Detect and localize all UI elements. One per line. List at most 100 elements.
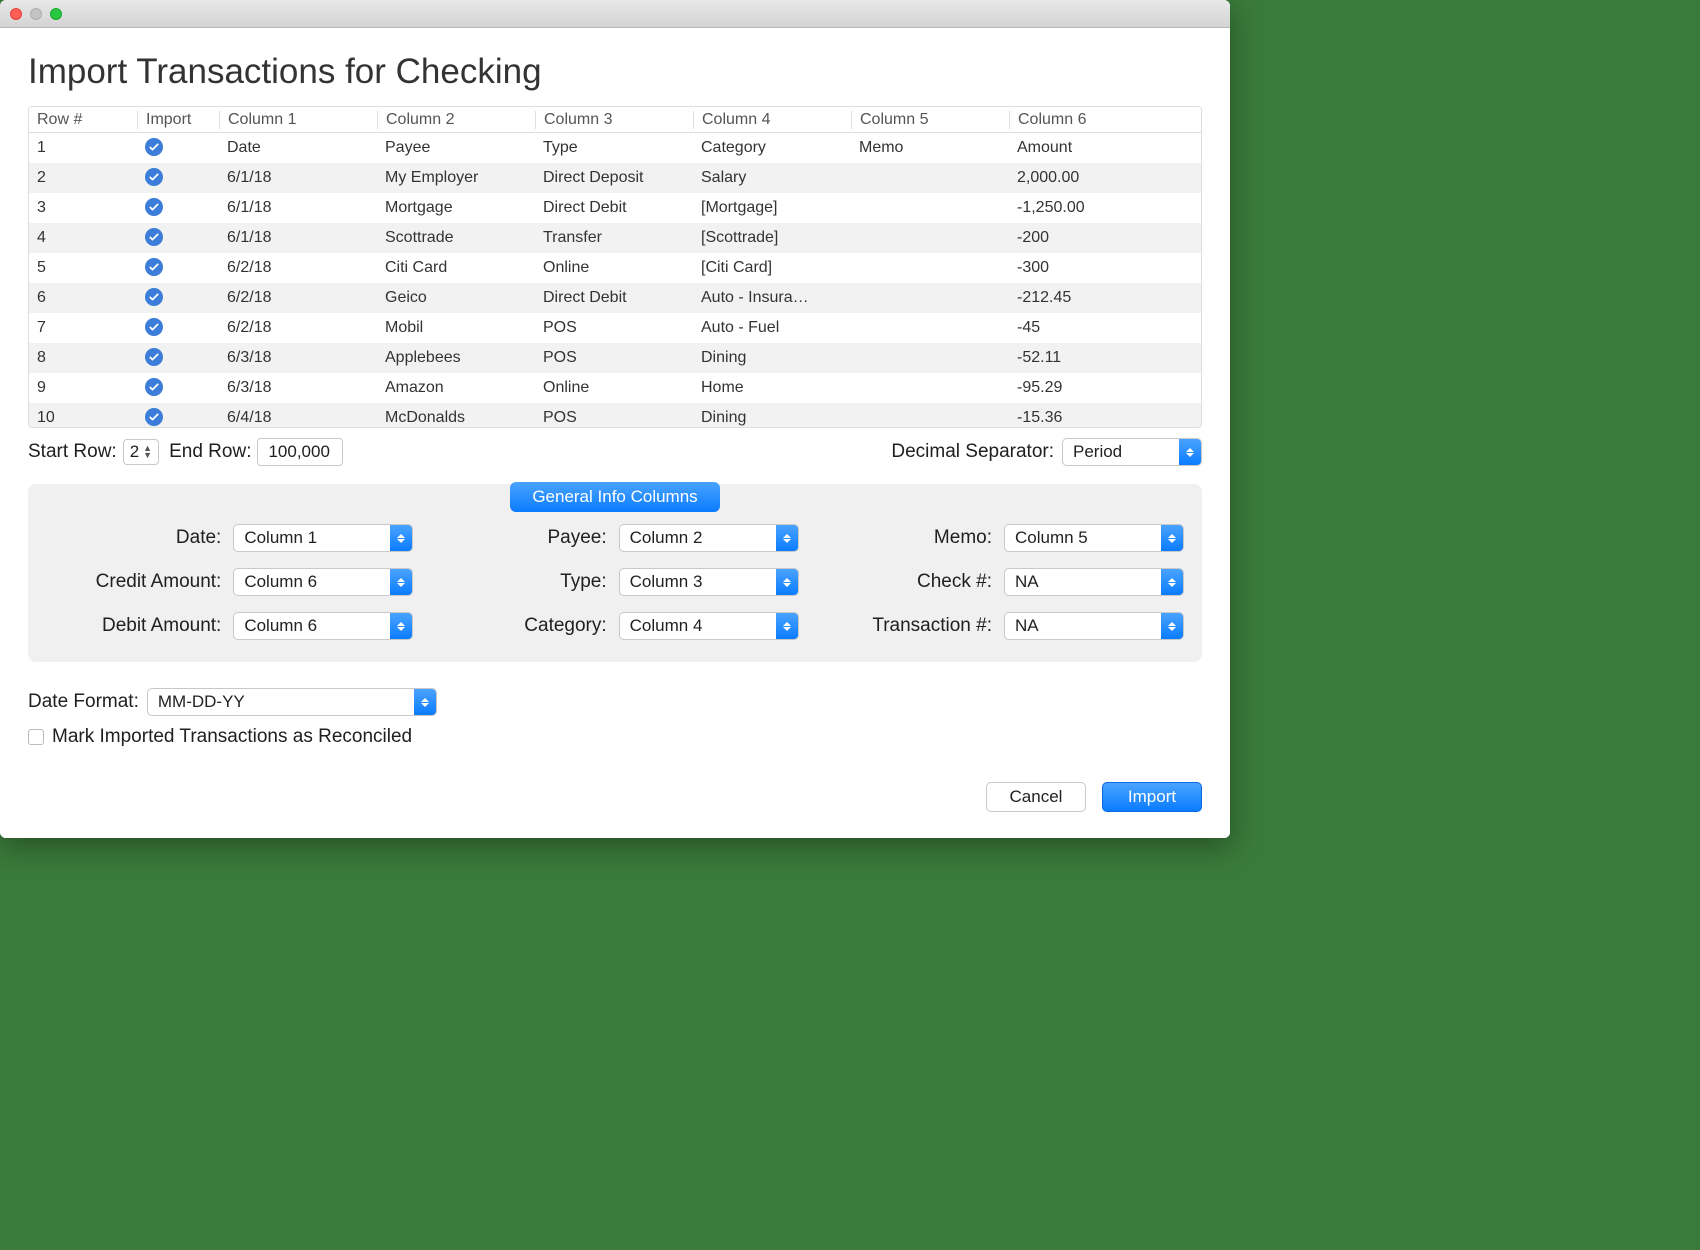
start-row-stepper[interactable]: 2 ▲▼ — [123, 439, 159, 465]
end-row-input[interactable]: 100,000 — [257, 438, 343, 466]
transaction-select[interactable]: NA — [1004, 612, 1184, 640]
cell-col2: Payee — [377, 139, 535, 157]
cell-col1: Date — [219, 139, 377, 157]
debit-select[interactable]: Column 6 — [233, 612, 413, 640]
cell-col1: 6/1/18 — [219, 199, 377, 217]
import-toggle[interactable] — [137, 138, 219, 158]
table-row[interactable]: 76/2/18MobilPOSAuto - Fuel-45 — [29, 313, 1201, 343]
cell-col3: Direct Deposit — [535, 169, 693, 187]
chevron-updown-icon — [776, 613, 798, 639]
header-col5[interactable]: Column 5 — [851, 111, 1009, 129]
chevron-updown-icon — [390, 613, 412, 639]
cell-col6: -200 — [1009, 229, 1201, 247]
header-rownum[interactable]: Row # — [29, 111, 137, 129]
check-icon — [145, 228, 163, 246]
type-select[interactable]: Column 3 — [619, 568, 799, 596]
header-col3[interactable]: Column 3 — [535, 111, 693, 129]
import-toggle[interactable] — [137, 318, 219, 338]
cell-col1: 6/4/18 — [219, 409, 377, 427]
cell-col1: 6/2/18 — [219, 289, 377, 307]
date-select[interactable]: Column 1 — [233, 524, 413, 552]
table-row[interactable]: 36/1/18MortgageDirect Debit[Mortgage]-1,… — [29, 193, 1201, 223]
table-row[interactable]: 96/3/18AmazonOnlineHome-95.29 — [29, 373, 1201, 403]
credit-label: Credit Amount: — [96, 571, 222, 593]
date-format-label: Date Format: — [28, 691, 139, 713]
stepper-arrows-icon[interactable]: ▲▼ — [143, 445, 152, 459]
check-icon — [145, 288, 163, 306]
cell-col4: Auto - Fuel — [693, 319, 851, 337]
table-row[interactable]: 1DatePayeeTypeCategoryMemoAmount — [29, 133, 1201, 163]
cell-col6: -300 — [1009, 259, 1201, 277]
memo-select[interactable]: Column 5 — [1004, 524, 1184, 552]
table-row[interactable]: 46/1/18ScottradeTransfer[Scottrade]-200 — [29, 223, 1201, 253]
header-col4[interactable]: Column 4 — [693, 111, 851, 129]
import-button[interactable]: Import — [1102, 782, 1202, 812]
import-toggle[interactable] — [137, 228, 219, 248]
table-row[interactable]: 86/3/18ApplebeesPOSDining-52.11 — [29, 343, 1201, 373]
table-row[interactable]: 66/2/18GeicoDirect DebitAuto - Insura…-2… — [29, 283, 1201, 313]
cell-col1: 6/2/18 — [219, 319, 377, 337]
cell-col1: 6/2/18 — [219, 259, 377, 277]
import-toggle[interactable] — [137, 258, 219, 278]
import-toggle[interactable] — [137, 408, 219, 427]
minimize-icon — [30, 8, 42, 20]
row-number: 9 — [29, 379, 137, 397]
dialog-window: Import Transactions for Checking Row # I… — [0, 0, 1230, 838]
category-select[interactable]: Column 4 — [619, 612, 799, 640]
check-icon — [145, 138, 163, 156]
cell-col4: Category — [693, 139, 851, 157]
cell-col3: Type — [535, 139, 693, 157]
row-number: 3 — [29, 199, 137, 217]
reconcile-label: Mark Imported Transactions as Reconciled — [52, 726, 412, 748]
date-format-select[interactable]: MM-DD-YY — [147, 688, 437, 716]
cell-col3: Online — [535, 379, 693, 397]
maximize-icon[interactable] — [50, 8, 62, 20]
type-label: Type: — [560, 571, 606, 593]
decimal-separator-label: Decimal Separator: — [891, 441, 1054, 463]
check-select[interactable]: NA — [1004, 568, 1184, 596]
cell-col1: 6/1/18 — [219, 169, 377, 187]
start-row-value: 2 — [130, 442, 139, 462]
cell-col2: My Employer — [377, 169, 535, 187]
table-row[interactable]: 56/2/18Citi CardOnline[Citi Card]-300 — [29, 253, 1201, 283]
payee-select[interactable]: Column 2 — [619, 524, 799, 552]
table-row[interactable]: 106/4/18McDonaldsPOSDining-15.36 — [29, 403, 1201, 427]
import-toggle[interactable] — [137, 378, 219, 398]
cell-col2: Geico — [377, 289, 535, 307]
table-header-row: Row # Import Column 1 Column 2 Column 3 … — [29, 107, 1201, 133]
row-number: 2 — [29, 169, 137, 187]
decimal-separator-select[interactable]: Period — [1062, 438, 1202, 466]
header-import[interactable]: Import — [137, 111, 219, 129]
chevron-updown-icon — [1161, 569, 1183, 595]
check-icon — [145, 318, 163, 336]
header-col1[interactable]: Column 1 — [219, 111, 377, 129]
row-number: 6 — [29, 289, 137, 307]
debit-label: Debit Amount: — [102, 615, 221, 637]
header-col6[interactable]: Column 6 — [1009, 111, 1201, 129]
cell-col2: Citi Card — [377, 259, 535, 277]
check-label: Check #: — [917, 571, 992, 593]
header-col2[interactable]: Column 2 — [377, 111, 535, 129]
cell-col4: Dining — [693, 349, 851, 367]
import-toggle[interactable] — [137, 198, 219, 218]
row-number: 4 — [29, 229, 137, 247]
check-icon — [145, 408, 163, 426]
import-toggle[interactable] — [137, 168, 219, 188]
panel-tab[interactable]: General Info Columns — [510, 482, 719, 512]
chevron-updown-icon — [1161, 525, 1183, 551]
cell-col6: -212.45 — [1009, 289, 1201, 307]
table-row[interactable]: 26/1/18My EmployerDirect DepositSalary2,… — [29, 163, 1201, 193]
import-toggle[interactable] — [137, 288, 219, 308]
reconcile-checkbox[interactable] — [28, 729, 44, 745]
memo-label: Memo: — [934, 527, 992, 549]
cell-col4: [Citi Card] — [693, 259, 851, 277]
import-toggle[interactable] — [137, 348, 219, 368]
cell-col1: 6/3/18 — [219, 349, 377, 367]
page-title: Import Transactions for Checking — [28, 52, 1202, 92]
credit-select[interactable]: Column 6 — [233, 568, 413, 596]
close-icon[interactable] — [10, 8, 22, 20]
row-number: 10 — [29, 409, 137, 427]
cancel-button[interactable]: Cancel — [986, 782, 1086, 812]
row-number: 5 — [29, 259, 137, 277]
cell-col6: -95.29 — [1009, 379, 1201, 397]
